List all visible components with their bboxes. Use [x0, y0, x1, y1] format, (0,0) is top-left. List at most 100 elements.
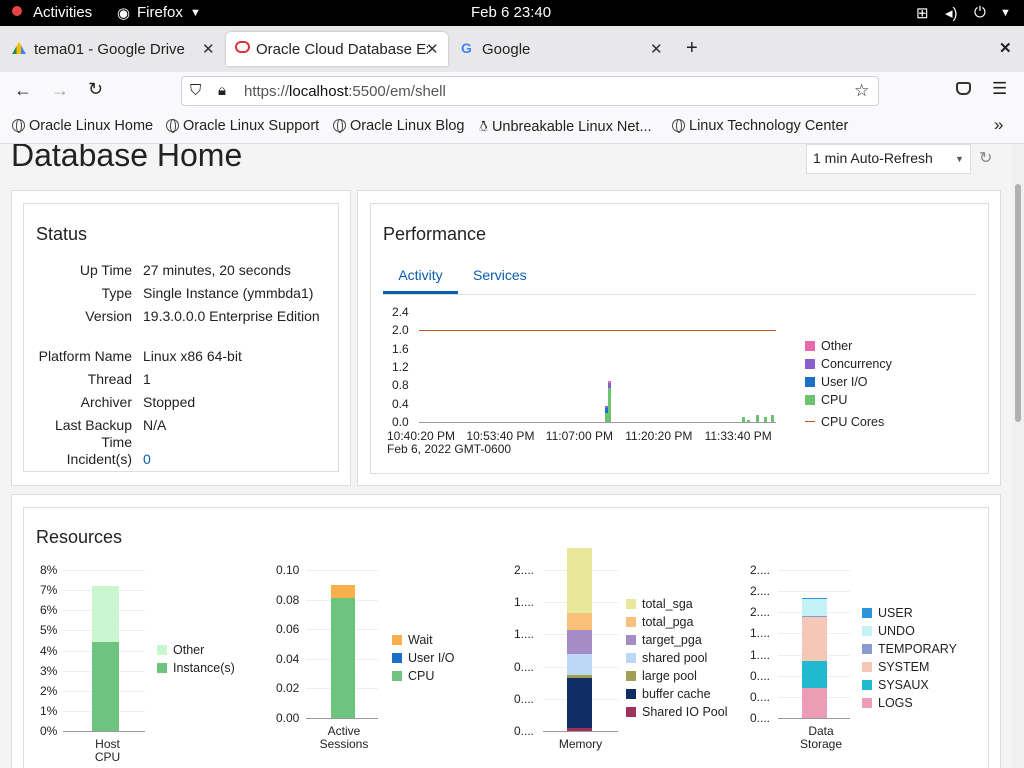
x-axis-subtitle: Feb 6, 2022 GMT-0600: [387, 442, 512, 456]
stacked-bar-segment[interactable]: [567, 630, 592, 654]
stacked-bar-segment[interactable]: [567, 727, 592, 731]
status-value: 27 minutes, 20 seconds: [143, 262, 291, 278]
power-icon[interactable]: ⏻: [974, 4, 986, 21]
refresh-icon[interactable]: ↻: [979, 148, 992, 168]
status-label: Up Time: [79, 262, 132, 278]
y-tick-label: 2.4: [392, 305, 409, 319]
bookmark-oracle-linux-home[interactable]: Oracle Linux Home: [12, 118, 153, 134]
y-tick-label: 2.0: [392, 323, 409, 338]
legend-swatch: [805, 395, 815, 405]
legend-label: total_sga: [642, 597, 693, 611]
bookmark-linux-tech-center[interactable]: Linux Technology Center: [672, 118, 848, 134]
legend-item: shared pool: [626, 651, 707, 665]
status-label: Type: [101, 285, 132, 301]
close-icon[interactable]: ✕: [202, 40, 215, 58]
hamburger-menu-icon[interactable]: ☰: [992, 79, 1007, 99]
status-label: Thread: [87, 371, 132, 387]
reload-icon[interactable]: ↻: [88, 79, 103, 100]
status-label: Incident(s): [66, 451, 132, 467]
legend-item: SYSAUX: [862, 678, 929, 692]
tab-oracle-em[interactable]: Oracle Cloud Database Exp ✕: [226, 32, 448, 66]
lock-icon[interactable]: 🔒︎: [218, 82, 226, 99]
bookmark-label: Linux Technology Center: [689, 118, 849, 134]
tab-google[interactable]: G Google ✕: [454, 34, 672, 64]
stacked-bar-segment[interactable]: [802, 615, 827, 617]
stacked-bar-segment[interactable]: [567, 548, 592, 614]
y-tick-label: 0.02: [276, 681, 300, 696]
y-tick-label: 1....: [750, 647, 771, 662]
stacked-bar-segment[interactable]: [802, 597, 827, 599]
tab-google-drive[interactable]: tema01 - Google Drive ✕: [6, 34, 224, 64]
activities-button[interactable]: Activities: [33, 4, 92, 21]
status-label: Platform Name: [38, 348, 132, 364]
close-window-icon[interactable]: ✕: [999, 39, 1012, 57]
clock[interactable]: Feb 6 23:40: [471, 4, 551, 21]
x-axis-label: Memory: [558, 738, 603, 751]
stacked-bar-segment[interactable]: [331, 584, 355, 599]
globe-icon: [12, 119, 25, 133]
auto-refresh-select[interactable]: 1 min Auto-Refresh ▼: [806, 144, 971, 174]
legend-item: CPU: [392, 669, 434, 683]
close-icon[interactable]: ✕: [426, 40, 439, 58]
x-axis-label: Host CPU: [80, 738, 135, 764]
status-value[interactable]: 0: [143, 451, 323, 468]
stacked-bar-segment[interactable]: [567, 674, 592, 678]
legend-swatch: [805, 377, 815, 387]
new-tab-plus-icon[interactable]: +: [686, 37, 698, 60]
stacked-bar-segment[interactable]: [567, 653, 592, 675]
activity-bar: [604, 412, 608, 422]
drive-icon: [12, 42, 26, 54]
app-menu-button[interactable]: Firefox: [137, 4, 183, 21]
url-bar[interactable]: ⛉ 🔒︎ https://localhost:5500/em/shell ☆: [181, 76, 879, 106]
tab-label: Services: [473, 267, 527, 283]
bookmark-oracle-linux-support[interactable]: Oracle Linux Support: [166, 118, 319, 134]
scrollbar-thumb[interactable]: [1015, 184, 1021, 422]
network-icon[interactable]: ⊞: [916, 4, 929, 22]
oracle-icon: [235, 41, 250, 53]
page-title: Database Home: [11, 144, 243, 173]
navigation-toolbar: ← → ↻ ⛉ 🔒︎ https://localhost:5500/em/she…: [0, 72, 1024, 110]
gridline: [778, 570, 850, 571]
legend-item: User I/O: [805, 375, 868, 389]
bookmark-unbreakable-linux[interactable]: 🐧︎ Unbreakable Linux Net...: [479, 118, 652, 137]
stacked-bar-segment[interactable]: [802, 688, 827, 718]
y-tick-label: 2....: [750, 563, 771, 577]
stacked-bar-segment[interactable]: [92, 586, 119, 643]
legend-swatch: [862, 698, 872, 708]
x-tick-label: 11:20:20 PM: [625, 429, 693, 443]
legend-item: large pool: [626, 669, 697, 683]
legend-label: large pool: [642, 669, 697, 683]
y-tick-label: 0....: [750, 689, 771, 704]
bookmark-star-icon[interactable]: ☆: [854, 81, 869, 101]
forward-arrow-icon[interactable]: →: [51, 80, 69, 101]
bookmark-oracle-linux-blog[interactable]: Oracle Linux Blog: [333, 118, 464, 134]
back-arrow-icon[interactable]: ←: [14, 80, 32, 101]
legend-label: SYSAUX: [878, 678, 929, 692]
legend-item: UNDO: [862, 624, 915, 638]
volume-icon[interactable]: ◂): [945, 4, 958, 22]
legend-swatch: [626, 599, 636, 609]
more-bookmarks-chevron-icon[interactable]: »: [994, 115, 1003, 135]
stacked-bar-segment[interactable]: [802, 616, 827, 662]
stacked-bar-segment[interactable]: [92, 642, 119, 731]
stacked-bar-segment[interactable]: [567, 677, 592, 728]
stacked-bar-segment[interactable]: [802, 661, 827, 689]
stacked-bar-segment[interactable]: [802, 598, 827, 616]
stacked-bar-segment[interactable]: [331, 598, 355, 718]
page-scrollbar[interactable]: [1012, 144, 1024, 768]
system-top-bar: Activities ◉ Firefox ▼ Feb 6 23:40 ⊞ ◂) …: [0, 0, 1024, 26]
close-icon[interactable]: ✕: [650, 40, 663, 58]
gridline: [778, 591, 850, 593]
fedora-icon: [12, 6, 22, 16]
y-tick-label: 0....: [750, 668, 771, 683]
url-text[interactable]: https://localhost:5500/em/shell: [244, 83, 446, 100]
legend-label: Other: [173, 643, 205, 657]
shield-icon[interactable]: ⛉: [190, 82, 201, 99]
gridline: [306, 570, 378, 571]
x-tick-label: 10:53:40 PM: [466, 429, 535, 443]
stacked-bar-segment[interactable]: [567, 613, 592, 631]
pocket-icon[interactable]: [956, 82, 971, 95]
status-label: Archiver: [80, 394, 132, 410]
tab-services[interactable]: Services: [473, 266, 527, 283]
tab-activity[interactable]: Activity: [383, 266, 458, 294]
